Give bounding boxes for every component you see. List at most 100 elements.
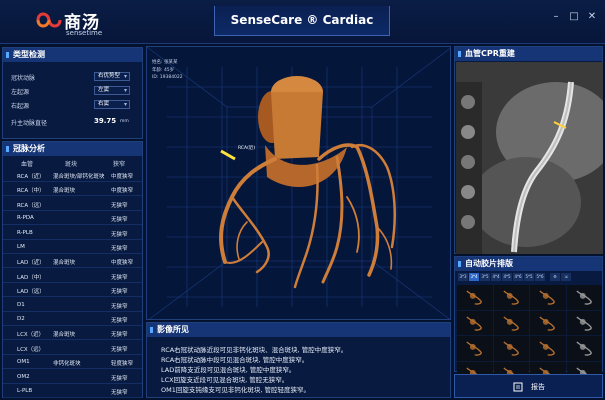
maximize-icon[interactable]: □ [569,12,579,22]
coronary-analysis-panel: 冠脉分析 血管 斑块 狭窄 RCA（近） 混合斑块/部钙化斑块 中度狭窄 RCA（中）… [2,141,143,398]
type-detection-title: 类型检测 [3,48,142,62]
layout-tab[interactable]: 4*6 [513,273,523,281]
plaque-cell: 混合斑块 [53,188,76,195]
coronary-table-row[interactable]: LCX（远） 无狭窄 [3,341,142,355]
vessel-cell: R-PDA [17,215,34,222]
finding-line: LAD前降支近段可见混合斑块, 管腔中度狭窄。 [161,366,296,374]
vessel-cell: LCX（远） [17,346,45,353]
export-icon[interactable]: ⇲ [561,273,571,281]
layout-tab[interactable]: 4*5 [502,273,512,281]
stenosis-cell: 无狭窄 [111,332,128,339]
film-thumbnail[interactable] [457,285,493,310]
findings-panel: 影像所见 RCA右冠状动脉近段可见非钙化斑块、混合斑块, 管腔中度狭窄。 RCA… [146,322,451,398]
close-icon[interactable]: ✕ [587,12,597,22]
perspective-grid [147,47,450,319]
logo-mark-icon [36,12,62,28]
vessel-cell: OM2 [17,373,30,380]
coronary-tree-render [219,76,396,289]
report-button-label: 报告 [531,383,545,391]
report-icon [513,382,523,392]
coronary-table-row[interactable]: LM 无狭窄 [3,240,142,254]
coronary-table-row[interactable]: LAD（近） 混合斑块 中度狭窄 [3,254,142,269]
vessel-cell: R-PLB [17,229,33,236]
stenosis-cell: 无狭窄 [111,217,128,224]
minimize-icon[interactable]: – [551,12,561,22]
vessel-cell: LCX（近） [17,332,45,339]
film-thumbnail[interactable] [530,336,566,362]
vessel-cell: L-PLB [17,388,33,394]
aorta-diameter-label: 升主动脉直径 [11,120,48,127]
film-thumbnail[interactable] [457,336,493,362]
stenosis-cell: 无狭窄 [111,231,128,238]
layout-tab[interactable]: 5*6 [535,273,545,281]
film-thumbnail[interactable] [566,285,602,310]
sensetime-logo: 商汤 sensetime [36,8,126,38]
layout-tab[interactable]: 5*5 [524,273,534,281]
coronary-dominance-select[interactable]: 右优势型 [94,72,130,81]
film-thumbnail[interactable] [493,310,529,336]
layout-tab[interactable]: 4*4 [491,273,501,281]
coronary-table-row[interactable]: OM2 无狭窄 [3,370,142,384]
vessel-cell: RCA（远） [17,202,45,209]
stenosis-cell: 无狭窄 [111,346,128,353]
coronary-table-row[interactable]: R-PLB 无狭窄 [3,226,142,240]
film-thumbnail[interactable] [457,310,493,336]
patient-name: 姓名: 张某某 [152,60,178,65]
coronary-table-row[interactable]: LCX（近） 混合斑块 无狭窄 [3,326,142,341]
stenosis-cell: 中度狭窄 [111,188,134,195]
film-thumbnail[interactable] [566,336,602,362]
coronary-table-row[interactable]: LAD（中） 无狭窄 [3,269,142,283]
coronary-table-row[interactable]: LAD（远） 无狭窄 [3,283,142,298]
field-label-coronary: 冠状动脉 [11,75,36,82]
coronary-analysis-title: 冠脉分析 [3,142,142,156]
stenosis-cell: 无狭窄 [111,274,128,281]
heart-3d-viewer[interactable]: 姓名: 张某某 年龄: 45岁 ID: 19384022 RCA(近) [146,46,451,320]
plaque-cell: 混合斑块/部钙化斑块 [53,174,105,180]
film-thumbnail-grid [457,285,602,387]
field-label-right-origin: 右起源 [11,103,30,110]
coronary-table-row[interactable]: RCA（中） 混合斑块 中度狭窄 [3,182,142,197]
coronary-table-row[interactable]: RCA（远） 无狭窄 [3,197,142,211]
cpr-scan-render [456,62,603,254]
coronary-table-row[interactable]: OM1 非钙化斑块 轻度狭窄 [3,355,142,370]
stenosis-cell: 无狭窄 [111,246,128,252]
cpr-image[interactable] [456,62,603,254]
stenosis-cell: 无狭窄 [111,318,128,324]
right-origin-select[interactable]: 右窦 [94,100,130,109]
aorta-diameter-unit: mm [120,119,129,124]
film-thumbnail[interactable] [566,310,602,336]
film-thumbnail[interactable] [530,285,566,310]
finding-line: RCA右冠状动脉中段可见混合斑块, 管腔中度狭窄。 [161,356,309,364]
title-bar: 商汤 sensetime SenseCare ® Cardiac – □ ✕ [0,0,605,44]
stenosis-cell: 无狭窄 [111,375,128,382]
film-thumbnail[interactable] [493,336,529,362]
app-title-frame: SenseCare ® Cardiac [214,6,390,36]
column-header-plaque: 斑块 [65,161,78,168]
coronary-table-row[interactable]: R-PDA 无狭窄 [3,211,142,226]
aorta-diameter-value: 39.75 [94,117,117,125]
layout-tab[interactable]: 3*4 [469,273,479,281]
finding-line: OM1回旋支钝缘支可见非钙化斑块, 管腔轻度狭窄。 [161,386,310,394]
vessel-cell: RCA（近） [17,174,45,180]
stenosis-cell: 轻度狭窄 [111,361,134,368]
report-button[interactable]: 报告 [454,374,603,398]
film-layout-title: 自动胶片排版 [455,257,602,271]
vessel-cell: RCA（中） [17,188,45,195]
coronary-table-row[interactable]: RCA（近） 混合斑块/部钙化斑块 中度狭窄 [3,168,142,182]
film-thumbnail[interactable] [530,310,566,336]
layout-tab[interactable]: 3*3 [458,273,468,281]
patient-id: ID: 19384022 [152,75,183,80]
coronary-table-row[interactable]: L-PLB 无狭窄 [3,384,142,398]
layout-tab[interactable]: 3*5 [480,273,490,281]
coronary-table-row[interactable]: D2 无狭窄 [3,312,142,326]
stenosis-cell: 中度狭窄 [111,174,134,180]
findings-title: 影像所见 [147,323,450,337]
coronary-table-row[interactable]: D1 无狭窄 [3,298,142,312]
film-thumbnail[interactable] [493,285,529,310]
settings-icon[interactable]: ⚙ [550,273,560,281]
patient-age: 年龄: 45岁 [152,68,175,73]
vessel-cell: OM1 [17,359,30,366]
finding-line: RCA右冠状动脉近段可见非钙化斑块、混合斑块, 管腔中度狭窄。 [161,346,348,354]
plaque-cell: 混合斑块 [53,260,76,267]
left-origin-select[interactable]: 左窦 [94,86,130,95]
